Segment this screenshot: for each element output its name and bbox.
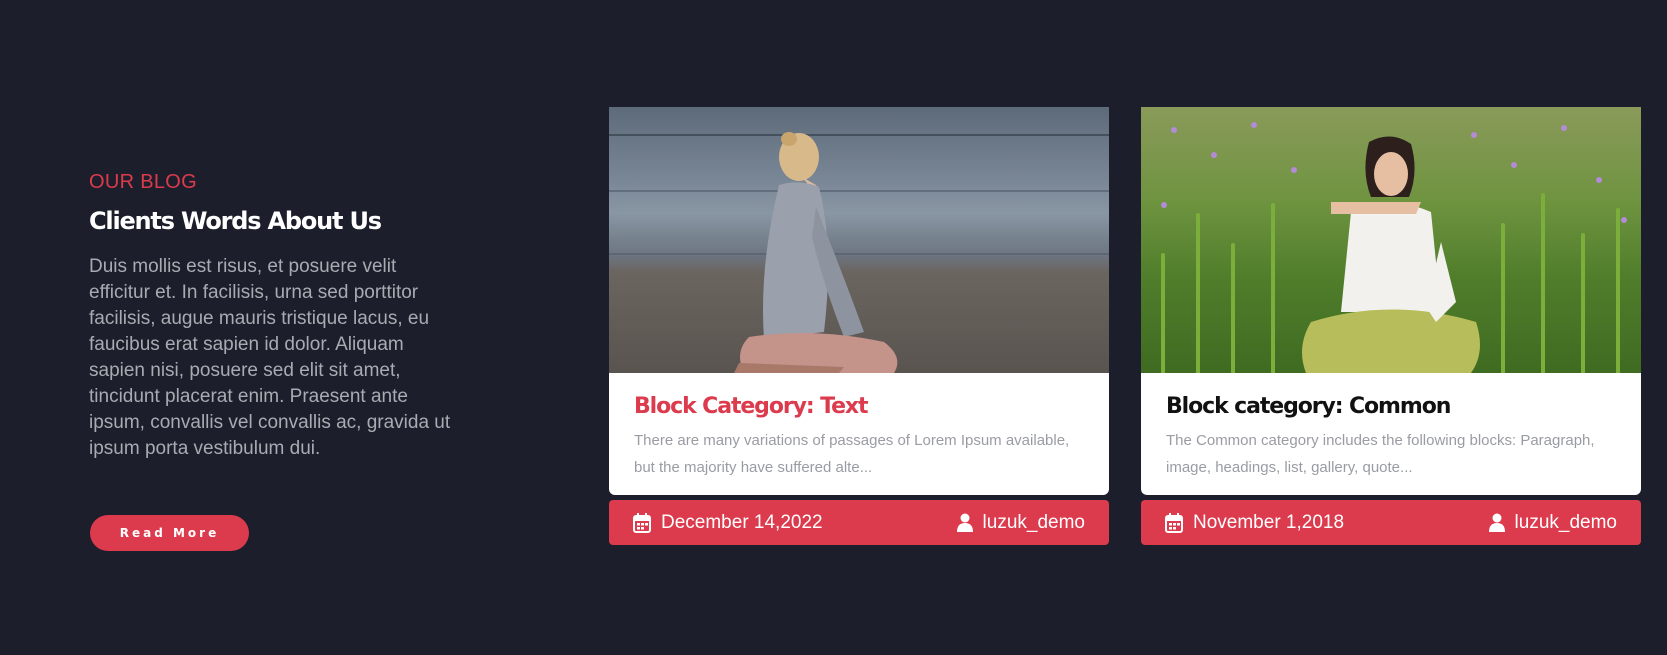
post-author[interactable]: luzuk_demo (956, 511, 1085, 534)
section-description: Duis mollis est risus, et posuere velit … (89, 256, 451, 459)
user-icon (956, 513, 973, 532)
post-author-text: luzuk_demo (1514, 511, 1617, 533)
blog-card-excerpt: There are many variations of passages of… (634, 432, 1070, 476)
blog-card-meta: December 14,2022 luzuk_demo (609, 500, 1109, 545)
blog-card-meta: November 1,2018 luzuk_demo (1141, 500, 1641, 545)
blog-card-title[interactable]: Block Category: Text (634, 393, 1084, 421)
calendar-icon (1165, 512, 1183, 533)
blog-card-body: Block Category: Text There are many vari… (609, 373, 1109, 495)
post-author[interactable]: luzuk_demo (1488, 511, 1617, 534)
meditating-woman-photo (734, 132, 898, 373)
blog-card-title[interactable]: Block category: Common (1166, 393, 1616, 421)
blog-card[interactable]: Block category: Common The Common catego… (1141, 107, 1641, 545)
blog-card-excerpt: The Common category includes the followi… (1166, 432, 1595, 476)
post-date-text: December 14,2022 (661, 511, 823, 533)
post-date[interactable]: December 14,2022 (633, 512, 823, 534)
calendar-icon (633, 512, 651, 533)
section-heading: Clients Words About Us (89, 207, 382, 235)
blog-intro: OUR BLOG Clients Words About Us Duis mol… (89, 170, 459, 462)
section-eyebrow: OUR BLOG (89, 171, 197, 193)
user-icon (1488, 513, 1505, 532)
read-more-button[interactable]: Read More (90, 515, 249, 551)
post-date[interactable]: November 1,2018 (1165, 512, 1344, 534)
blog-card-image[interactable] (1141, 107, 1641, 373)
blog-card-body: Block category: Common The Common catego… (1141, 373, 1641, 495)
post-author-text: luzuk_demo (982, 511, 1085, 533)
post-date-text: November 1,2018 (1193, 511, 1345, 533)
meditating-woman-photo (1302, 136, 1480, 373)
blog-card[interactable]: Block Category: Text There are many vari… (609, 107, 1109, 545)
blog-card-image[interactable] (609, 107, 1109, 373)
